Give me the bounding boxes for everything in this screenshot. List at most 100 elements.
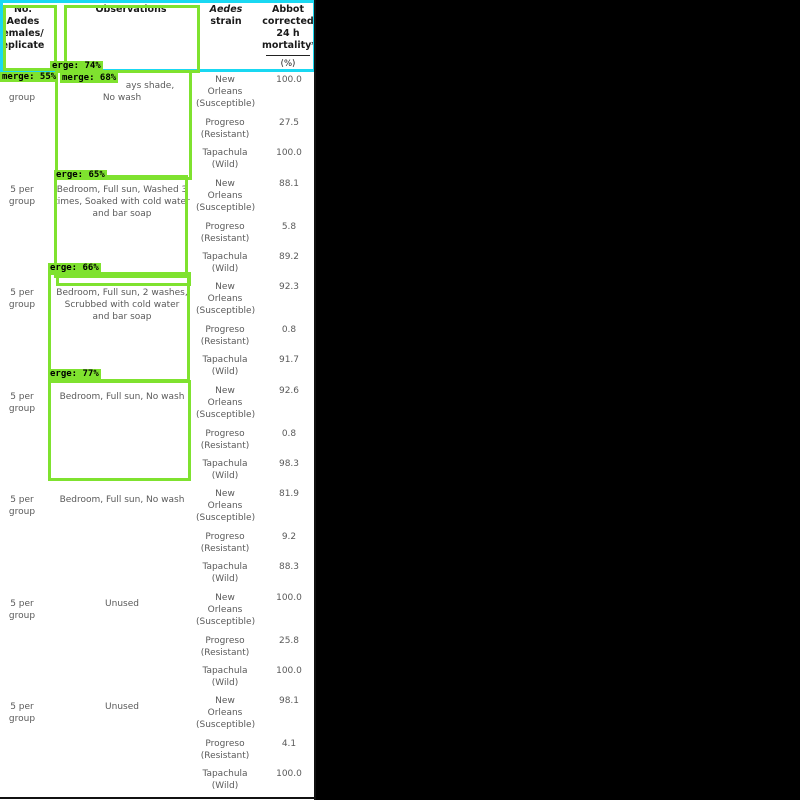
mortality-cell: 9.2 — [281, 532, 297, 542]
strain-cell: Tapachula (Wild) — [196, 561, 254, 585]
strain-cell: Tapachula (Wild) — [196, 354, 254, 378]
page-edge-right — [314, 0, 316, 800]
strain-cell-line: New — [215, 178, 235, 189]
strain-cell: Tapachula (Wild) — [196, 458, 254, 482]
detection-box — [55, 70, 192, 180]
group-cell: 5 per group — [0, 701, 44, 725]
strain-cell: Progreso (Resistant) — [196, 221, 254, 245]
mortality-cell: 0.8 — [281, 325, 297, 335]
strain-cell: Progreso (Resistant) — [196, 428, 254, 452]
mortality-cell: 27.5 — [278, 118, 300, 128]
strain-cell: Progreso (Resistant) — [196, 738, 254, 762]
strain-cell-line: (Resistant) — [200, 337, 250, 347]
strain-cell-line: New — [215, 696, 235, 706]
strain-cell-line: Tapachula — [202, 458, 248, 469]
group-cell-line: 5 per — [10, 702, 34, 712]
mortality-cell: 91.7 — [278, 355, 300, 365]
page-edge-bottom — [0, 797, 316, 799]
strain-cell-line: Progreso — [205, 221, 245, 232]
detection-box — [48, 272, 190, 382]
mortality-cell: 100.0 — [276, 75, 302, 85]
merge-tag: erge: 74% — [50, 61, 103, 71]
mortality-cell: 88.3 — [278, 562, 300, 572]
strain-cell-line: New — [215, 75, 235, 85]
group-cell: 5 per group — [0, 287, 44, 311]
group-cell: 5 per group — [0, 494, 44, 518]
strain-cell-line: (Susceptible) — [196, 202, 256, 213]
strain-cell-line: Orleans — [207, 190, 243, 201]
mortality-cell: 100.0 — [276, 148, 302, 158]
group-cell-line: 5 per — [10, 184, 34, 195]
strain-cell: New Orleans (Susceptible) — [196, 695, 255, 731]
strain-cell-line: (Susceptible) — [196, 306, 256, 316]
observations-cell-line: Unused — [105, 598, 139, 609]
mortality-cell: 25.8 — [278, 635, 300, 646]
mortality-cell: 88.1 — [278, 178, 300, 189]
group-cell-line: group — [8, 93, 36, 103]
strain-cell: Progreso (Resistant) — [196, 324, 254, 348]
group-cell: group — [0, 80, 44, 104]
mortality-cell: 100.0 — [276, 665, 302, 676]
strain-cell-line: (Susceptible) — [196, 409, 256, 420]
strain-cell-line: Tapachula — [202, 769, 248, 779]
strain-cell-line: Tapachula — [202, 665, 248, 676]
group-cell-line: group — [8, 403, 36, 414]
group-cell-line: group — [8, 300, 36, 310]
mortality-cell: 92.3 — [278, 282, 300, 292]
strain-cell-line: (Wild) — [211, 781, 239, 791]
merge-tag: merge: 68% — [60, 73, 119, 83]
mortality-cell: 98.3 — [278, 458, 300, 469]
detection-box — [56, 272, 191, 286]
strain-cell: New Orleans (Susceptible) — [196, 592, 256, 628]
strain-cell-line: Orleans — [207, 604, 243, 615]
strain-cell: Progreso (Resistant) — [196, 531, 254, 555]
strain-cell-line: Progreso — [205, 739, 245, 749]
mortality-cell: 0.8 — [281, 428, 297, 439]
strain-cell-line: (Wild) — [211, 263, 239, 274]
strain-cell-line: Progreso — [205, 118, 245, 128]
merge-tag: erge: 66% — [48, 263, 101, 273]
strain-cell: New Orleans (Susceptible) — [196, 488, 256, 524]
strain-cell-line: (Resistant) — [200, 751, 250, 761]
observations-cell: Unused — [54, 598, 190, 610]
merge-tag: erge: 65% — [54, 170, 107, 180]
strain-cell: New Orleans (Susceptible) — [196, 385, 256, 421]
strain-cell-line: (Resistant) — [200, 440, 250, 451]
group-cell: 5 per group — [0, 184, 44, 208]
strain-cell-line: (Resistant) — [200, 647, 250, 658]
strain-cell-line: Orleans — [207, 87, 243, 97]
group-cell: 5 per group — [0, 391, 44, 415]
group-cell-line: 5 per — [10, 598, 34, 609]
strain-cell-line: Progreso — [205, 635, 245, 646]
strain-cell-line: (Susceptible) — [196, 616, 256, 627]
strain-cell: Progreso (Resistant) — [196, 635, 254, 659]
strain-cell-line: (Resistant) — [200, 130, 250, 140]
mortality-cell: 89.2 — [278, 251, 300, 262]
strain-cell: New Orleans (Susceptible) — [196, 178, 256, 214]
group-cell-line: 5 per — [10, 288, 34, 298]
strain-cell-line: Orleans — [207, 501, 243, 511]
detection-box — [3, 5, 57, 71]
strain-cell-line: New — [215, 592, 235, 603]
strain-cell-line: (Wild) — [211, 574, 239, 584]
mortality-cell: 100.0 — [276, 592, 302, 603]
group-cell-line: group — [8, 196, 36, 207]
group-cell: 5 per group — [0, 598, 44, 622]
strain-cell-line: Tapachula — [202, 148, 248, 158]
strain-cell-line: Tapachula — [202, 355, 248, 365]
strain-cell: New Orleans (Susceptible) — [196, 281, 256, 317]
merge-tag: merge: 55% — [0, 72, 59, 82]
mortality-cell: 92.6 — [278, 385, 300, 396]
group-cell-line: 5 per — [10, 495, 34, 505]
strain-cell-line: Orleans — [207, 294, 243, 304]
observations-cell-line: Bedroom, Full sun, No wash — [59, 495, 185, 505]
strain-cell-line: (Resistant) — [200, 544, 250, 554]
strain-cell-line: (Susceptible) — [196, 513, 256, 523]
strain-cell: Progreso (Resistant) — [196, 117, 254, 141]
strain-cell-line: (Susceptible) — [196, 99, 256, 109]
group-cell-line: group — [8, 714, 36, 724]
strain-cell-line: (Wild) — [211, 470, 239, 481]
strain-cell-line: (Wild) — [211, 160, 239, 170]
strain-cell: Tapachula (Wild) — [196, 251, 254, 275]
observations-cell: Bedroom, Full sun, No wash — [54, 494, 190, 506]
